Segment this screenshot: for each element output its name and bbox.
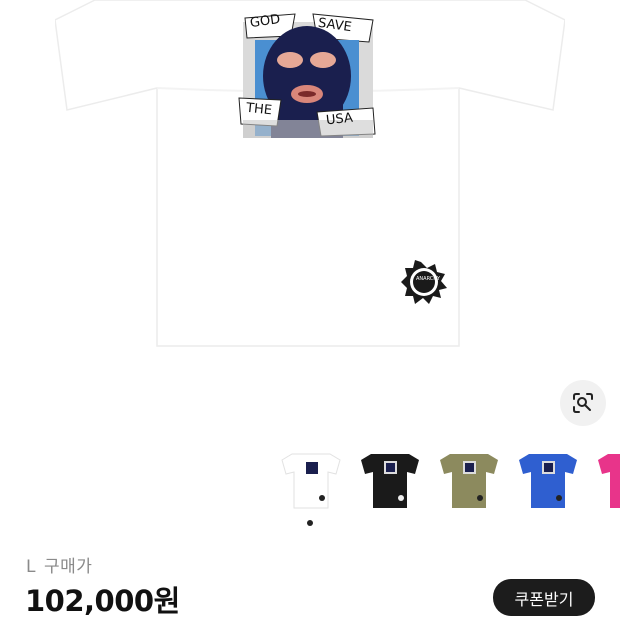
carousel-pagination <box>300 518 320 528</box>
product-image-area[interactable]: GOD SAVE THE USA ANARCHY <box>0 0 620 370</box>
variant-thumb-black[interactable] <box>357 450 423 512</box>
coupon-button[interactable]: 쿠폰받기 <box>493 579 595 616</box>
print-text-usa: USA <box>325 110 354 129</box>
purchase-price-label: 구매가 <box>43 557 93 577</box>
lens-search-icon <box>573 393 593 413</box>
variant-thumb-blue[interactable] <box>515 450 581 512</box>
tshirt-image <box>55 0 565 347</box>
size-value: L <box>26 557 36 577</box>
size-price-label: L 구매가 <box>26 552 92 577</box>
print-text-the: THE <box>245 100 273 119</box>
image-search-button[interactable] <box>560 380 606 426</box>
color-variant-thumbnails <box>278 450 620 512</box>
price-value: 102,000원 <box>25 584 180 618</box>
pagination-dot-active[interactable] <box>307 520 313 526</box>
badge-text: ANARCHY <box>416 276 441 282</box>
variant-thumb-olive[interactable] <box>436 450 502 512</box>
variant-thumb-pink[interactable] <box>594 450 620 512</box>
variant-thumb-white[interactable] <box>278 450 344 512</box>
graphic-print <box>238 13 376 138</box>
